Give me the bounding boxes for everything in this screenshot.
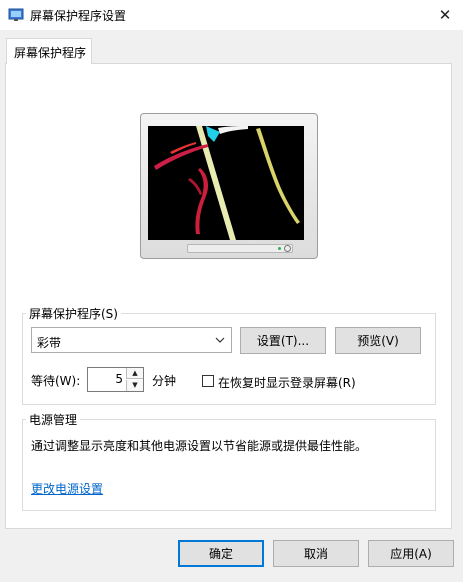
monitor-power-button (284, 245, 291, 252)
power-description: 通过调整显示亮度和其他电源设置以节省能源或提供最佳性能。 (31, 439, 368, 453)
monitor-power-led (278, 247, 281, 250)
screensaver-group-label: 屏幕保护程序(S) (26, 305, 121, 322)
wait-unit-label: 分钟 (152, 374, 177, 388)
preview-button[interactable]: 预览(V) (335, 327, 421, 354)
wait-label: 等待(W): (31, 374, 81, 388)
tab-screensaver[interactable]: 屏幕保护程序 (6, 38, 92, 64)
change-power-settings-link[interactable]: 更改电源设置 (31, 480, 103, 497)
wait-minutes-value: 5 (115, 372, 123, 386)
monitor-app-icon (8, 8, 24, 22)
ok-button[interactable]: 确定 (178, 540, 264, 567)
power-group-label: 电源管理 (26, 411, 81, 428)
screensaver-preview-screen (148, 126, 304, 240)
resume-logon-checkbox[interactable] (202, 375, 214, 387)
resume-logon-label[interactable]: 在恢复时显示登录屏幕(R) (218, 374, 356, 391)
spin-up-icon[interactable]: ▲ (126, 368, 143, 379)
screensaver-select[interactable]: 彩带 (31, 327, 232, 353)
apply-button[interactable]: 应用(A) (368, 540, 454, 567)
settings-button[interactable]: 设置(T)... (240, 327, 326, 354)
spin-down-icon[interactable]: ▼ (126, 380, 143, 391)
wait-minutes-stepper[interactable]: 5 ▲ ▼ (87, 367, 144, 392)
window-title: 屏幕保护程序设置 (30, 9, 127, 23)
cancel-button[interactable]: 取消 (273, 540, 359, 567)
ribbons-preview-graphic (148, 126, 304, 240)
monitor-preview (140, 113, 318, 259)
close-button[interactable]: ✕ (427, 0, 463, 30)
close-icon: ✕ (438, 6, 452, 24)
title-bar: 屏幕保护程序设置 ✕ (0, 0, 463, 30)
chevron-down-icon (213, 332, 227, 348)
power-group (22, 419, 436, 511)
screensaver-select-value: 彩带 (37, 336, 62, 350)
